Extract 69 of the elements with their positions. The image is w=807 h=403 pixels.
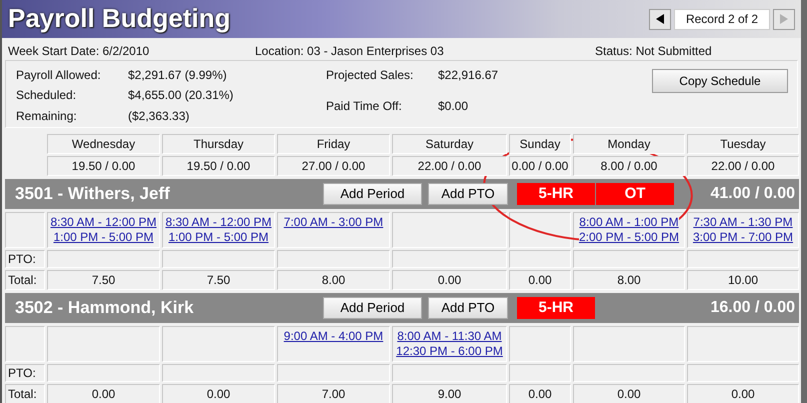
pto-cell [509,250,571,268]
summary-label: Projected Sales: [326,67,414,84]
pto-label: PTO: [5,250,45,268]
left-triangle-icon [656,14,664,24]
shift-cell [5,326,45,362]
day-total-cell: 8.00 [277,270,390,290]
day-total-cell: 0.00 [162,384,275,403]
day-hours-cell: 27.00 / 0.00 [277,156,390,176]
day-total-cell: 8.00 [573,270,685,290]
day-total-cell: 7.00 [277,384,390,403]
warning-flag: 5-HR [517,297,595,319]
shift-link[interactable]: 1:00 PM - 5:00 PM [168,230,269,245]
employee-total-hours: 16.00 / 0.00 [709,298,796,318]
shift-link[interactable]: 8:30 AM - 12:00 PM [165,215,272,230]
pto-cell [509,364,571,382]
total-label: Total: [5,270,45,290]
day-header: Thursday [162,134,275,154]
summary-label: Remaining: [16,108,78,125]
day-total-cell: 10.00 [687,270,799,290]
day-hours-cell: 19.50 / 0.00 [162,156,275,176]
day-total-cell: 0.00 [509,384,571,403]
add-period-button[interactable]: Add Period [323,183,422,205]
summary-value: $2,291.67 (9.99%) [128,67,228,84]
shift-link[interactable]: 12:30 PM - 6:00 PM [396,344,503,359]
employee-name: 3501 - Withers, Jeff [14,183,171,206]
employee-name: 3502 - Hammond, Kirk [14,297,195,320]
pto-label: PTO: [5,364,45,382]
day-header: Tuesday [687,134,799,154]
total-label: Total: [5,384,45,403]
shift-cell [5,212,45,248]
info-text: Week Start Date: 6/2/2010 [8,43,150,54]
summary-label: Paid Time Off: [326,98,403,114]
shift-link[interactable]: 7:30 AM - 1:30 PM [693,215,793,230]
add-pto-button[interactable]: Add PTO [428,297,508,319]
summary-value: $0.00 [438,98,470,114]
employee-total-hours: 41.00 / 0.00 [709,184,796,204]
day-hours-cell: 19.50 / 0.00 [47,156,160,176]
summary-label: Payroll Allowed: [16,67,102,84]
info-text: Status: Not Submitted [595,43,712,54]
day-total-cell: 0.00 [509,270,571,290]
copy-schedule-button[interactable]: Copy Schedule [652,69,788,93]
shift-link[interactable]: 9:00 AM - 4:00 PM [284,329,384,344]
day-total-cell: 0.00 [687,384,799,403]
shift-cell [509,326,571,362]
day-total-cell: 7.50 [47,270,160,290]
add-period-button[interactable]: Add Period [323,297,422,319]
summary-value: ($2,363.33) [128,108,190,125]
shift-link[interactable]: 7:00 AM - 3:00 PM [284,215,384,230]
window-title: Payroll Budgeting [8,3,232,35]
day-total-cell: 7.50 [162,270,275,290]
right-triangle-icon [780,14,788,24]
day-total-cell: 9.00 [392,384,507,403]
shift-link[interactable]: 1:00 PM - 5:00 PM [53,230,154,245]
day-header: Friday [277,134,390,154]
day-header: Wednesday [47,134,160,154]
day-total-cell: 0.00 [392,270,507,290]
day-header: Saturday [392,134,507,154]
record-indicator: Record 2 of 2 [674,8,770,30]
day-total-cell: 0.00 [573,384,685,403]
summary-value: $22,916.67 [438,67,498,84]
shift-link[interactable]: 8:30 AM - 12:00 PM [50,215,157,230]
summary-value: $4,655.00 (20.31%) [128,87,234,104]
summary-label: Scheduled: [16,87,78,104]
previous-record-button[interactable] [649,8,671,30]
day-hours-cell: 22.00 / 0.00 [687,156,799,176]
day-total-cell: 0.00 [47,384,160,403]
shift-link[interactable]: 8:00 AM - 11:30 AM [397,329,502,344]
shift-link[interactable]: 3:00 PM - 7:00 PM [692,230,794,245]
day-hours-cell: 22.00 / 0.00 [392,156,507,176]
